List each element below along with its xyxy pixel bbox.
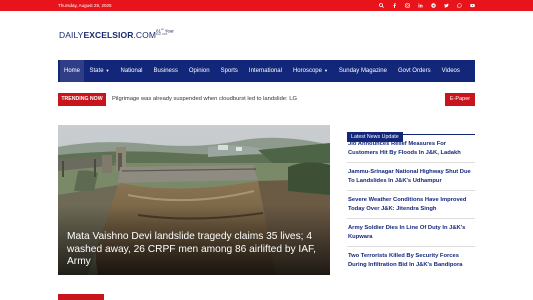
- instagram-icon[interactable]: [405, 3, 410, 8]
- social-icons: [379, 0, 475, 11]
- nav-national[interactable]: National: [115, 60, 148, 82]
- logo-estd: Estd 1965: [156, 33, 168, 36]
- youtube-icon[interactable]: [470, 3, 475, 8]
- logo-wordmark: DAILYEXCELSIOR.COM: [59, 30, 157, 40]
- nav-videos[interactable]: Videos: [436, 60, 465, 82]
- nav-govt-orders[interactable]: Govt Orders: [392, 60, 436, 82]
- nav-sunday-magazine[interactable]: Sunday Magazine: [333, 60, 392, 82]
- telegram-icon[interactable]: [431, 3, 436, 8]
- top-bar: Thursday, August 28, 2025: [0, 0, 533, 11]
- trending-ticker: TRENDING NOW Pilgrimage was already susp…: [58, 93, 475, 106]
- hero-headline[interactable]: Mata Vaishno Devi landslide tragedy clai…: [67, 231, 325, 269]
- nav-international[interactable]: International: [243, 60, 287, 82]
- news-item[interactable]: Jammu-Srinagar National Highway Shut Due…: [347, 163, 475, 191]
- nav-opinion[interactable]: Opinion: [183, 60, 215, 82]
- news-item[interactable]: Army Soldier Dies In Line Of Duty In J&K…: [347, 219, 475, 247]
- facebook-icon[interactable]: [392, 3, 397, 8]
- current-date: Thursday, August 28, 2025: [58, 3, 112, 8]
- nav-horoscope[interactable]: Horoscope ▼: [287, 60, 333, 82]
- trending-headline[interactable]: Pilgrimage was already suspended when cl…: [112, 93, 297, 106]
- news-item[interactable]: Severe Weather Conditions Have Improved …: [347, 191, 475, 219]
- whatsapp-icon[interactable]: [457, 3, 462, 8]
- linkedin-icon[interactable]: [418, 3, 423, 8]
- nav-state[interactable]: State ▼: [84, 60, 115, 82]
- main-nav: Home State ▼ National Business Opinion Sp…: [58, 60, 475, 82]
- chevron-down-icon: ▼: [105, 68, 110, 73]
- nav-sports[interactable]: Sports: [215, 60, 243, 82]
- nav-business[interactable]: Business: [148, 60, 183, 82]
- news-item[interactable]: Two Terrorists Killed By Security Forces…: [347, 247, 475, 274]
- epaper-button[interactable]: E-Paper: [445, 93, 475, 106]
- hero-story[interactable]: Mata Vaishno Devi landslide tragedy clai…: [58, 125, 330, 275]
- trending-label: TRENDING NOW: [58, 93, 106, 106]
- nav-home[interactable]: Home: [60, 60, 85, 82]
- section-tab: [58, 294, 104, 300]
- latest-news-sidebar: Latest News Update Jio Announces Relief …: [347, 125, 475, 274]
- twitter-icon[interactable]: [444, 3, 449, 8]
- sidebar-heading: Latest News Update: [347, 125, 475, 142]
- chevron-down-icon: ▼: [323, 68, 328, 73]
- search-icon[interactable]: [379, 3, 384, 8]
